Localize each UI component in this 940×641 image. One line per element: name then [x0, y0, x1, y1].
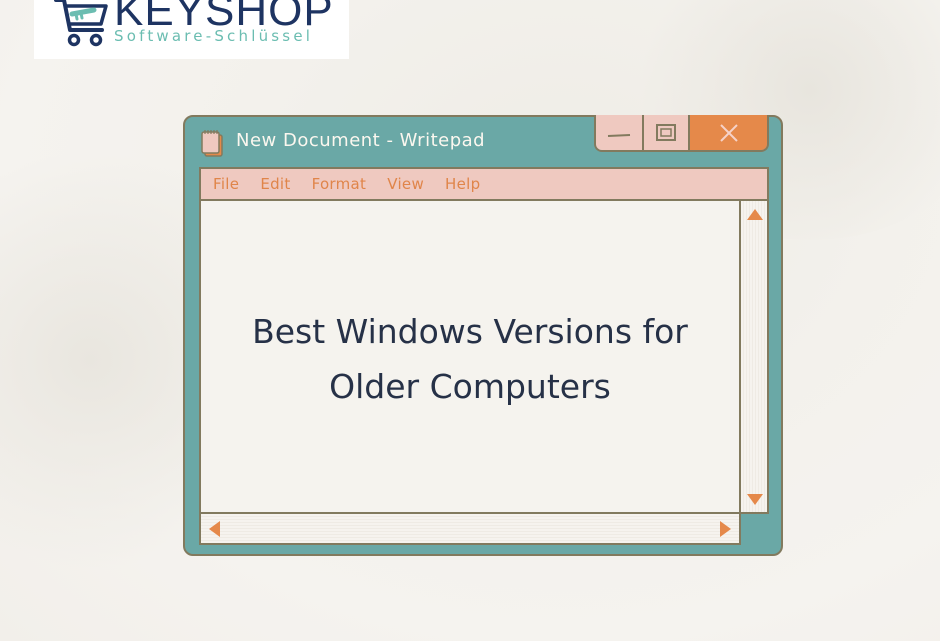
- close-button[interactable]: [690, 115, 767, 150]
- arrow-up-icon[interactable]: [747, 209, 763, 220]
- menu-edit[interactable]: Edit: [260, 175, 290, 193]
- maximize-icon: [656, 123, 676, 141]
- document-heading-line2: Older Computers: [329, 367, 611, 406]
- document-heading-line1: Best Windows Versions for: [252, 312, 688, 351]
- arrow-down-icon[interactable]: [747, 494, 763, 505]
- document-heading: Best Windows Versions for Older Computer…: [201, 304, 739, 414]
- minimize-icon: [607, 133, 631, 137]
- menu-view[interactable]: View: [387, 175, 424, 193]
- notepad-icon: [201, 130, 223, 157]
- vertical-scrollbar[interactable]: [739, 199, 769, 514]
- window-controls: [594, 115, 769, 152]
- maximize-button[interactable]: [644, 115, 690, 150]
- keyshop-logo[interactable]: KEYSHOP Software-Schlüssel: [34, 0, 349, 59]
- menu-help[interactable]: Help: [445, 175, 480, 193]
- arrow-left-icon[interactable]: [209, 521, 220, 537]
- window-title: New Document - Writepad: [236, 130, 486, 151]
- shopping-cart-key-icon: [54, 0, 108, 47]
- horizontal-scrollbar[interactable]: [199, 512, 741, 545]
- menu-format[interactable]: Format: [312, 175, 367, 193]
- menu-bar: File Edit Format View Help: [199, 167, 769, 199]
- arrow-right-icon[interactable]: [720, 521, 731, 537]
- menu-file[interactable]: File: [213, 175, 239, 193]
- document-text-area[interactable]: Best Windows Versions for Older Computer…: [199, 199, 741, 514]
- minimize-button[interactable]: [596, 115, 644, 150]
- writepad-window: New Document - Writepad File Edit Format…: [183, 115, 783, 556]
- logo-tagline: Software-Schlüssel: [114, 27, 314, 45]
- close-icon: [719, 123, 738, 142]
